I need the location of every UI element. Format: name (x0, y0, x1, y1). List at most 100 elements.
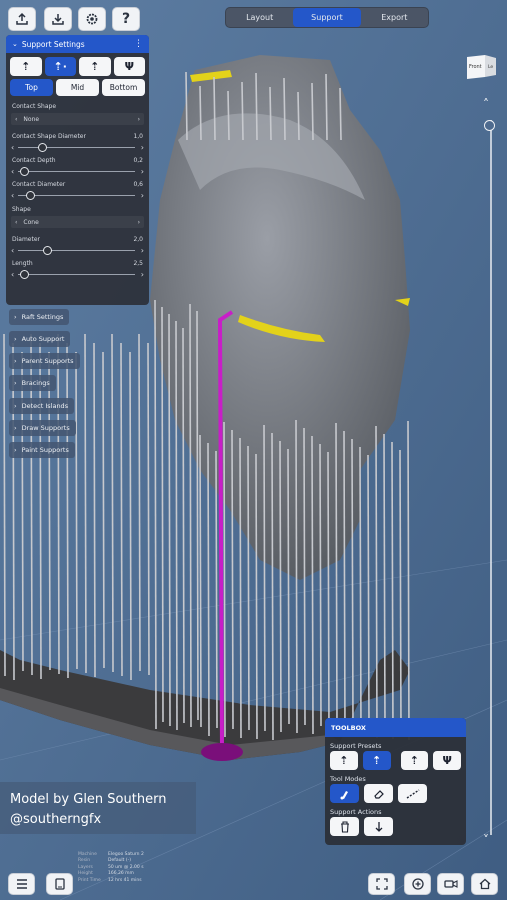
chevron-right-icon[interactable]: › (138, 116, 140, 123)
support-settings-header[interactable]: ⌄ Support Settings ⋮ (6, 35, 149, 53)
fit-view-icon[interactable] (368, 873, 395, 895)
chevron-right-icon[interactable]: › (138, 219, 140, 226)
chevron-right-icon[interactable]: › (141, 270, 144, 279)
camera-icon[interactable] (437, 873, 464, 895)
print-time-value: 12 hrs 41 mins (108, 877, 142, 883)
eraser-icon[interactable] (364, 784, 393, 803)
light-support-icon[interactable]: ⇡ (10, 57, 42, 76)
support-pole (239, 437, 242, 739)
support-pole (66, 342, 69, 679)
heavy-support-icon[interactable]: ⇡ (79, 57, 111, 76)
tab-support[interactable]: Support (293, 8, 361, 27)
slider-handle[interactable] (43, 245, 53, 255)
slider-handle[interactable] (37, 142, 47, 152)
contact-depth-slider[interactable]: ‹ › (6, 165, 149, 177)
chevron-left-icon[interactable]: ‹ (11, 270, 14, 279)
menu-icon[interactable] (8, 873, 35, 895)
chevron-up-icon[interactable]: ˄ (483, 98, 489, 110)
support-pole (339, 87, 342, 141)
mode-tabs: Layout Support Export (225, 7, 429, 28)
support-pole (407, 420, 410, 741)
support-pole (189, 303, 192, 728)
support-pole (335, 422, 338, 728)
chevron-right-icon: › (14, 446, 17, 454)
add-support-icon[interactable] (330, 784, 359, 803)
slider-handle[interactable] (20, 166, 30, 176)
support-pole (311, 82, 314, 141)
section-parent-supports[interactable]: › Parent Supports (9, 353, 80, 369)
support-pole (223, 421, 226, 738)
medium-support-icon[interactable]: ⇡· (44, 57, 76, 76)
contact-shape-diameter-slider[interactable]: ‹ › (6, 141, 149, 153)
support-settings-panel: ⌄ Support Settings ⋮ ⇡ ⇡· ⇡ Ψ Top Mid Bo… (6, 35, 149, 305)
support-settings-title: Support Settings (21, 39, 85, 49)
shape-label: Shape (12, 206, 31, 213)
drop-down-icon[interactable] (364, 817, 393, 836)
slider-handle[interactable] (25, 190, 35, 200)
delete-icon[interactable] (330, 817, 359, 836)
support-pole (391, 441, 394, 740)
tab-top[interactable]: Top (10, 79, 53, 96)
diameter-slider[interactable]: ‹ › (6, 244, 149, 256)
chevron-right-icon[interactable]: › (141, 191, 144, 200)
support-pole (325, 73, 328, 141)
view-cube[interactable]: Front Le (465, 53, 498, 80)
section-paint-supports[interactable]: › Paint Supports (9, 442, 75, 458)
tree-support-icon[interactable]: Ψ (113, 57, 145, 76)
chevron-left-icon[interactable]: ‹ (11, 191, 14, 200)
chevron-left-icon[interactable]: ‹ (11, 167, 14, 176)
support-pole (199, 85, 202, 141)
support-pole (399, 449, 402, 732)
shape-selector[interactable]: ‹ Cone › (11, 216, 144, 228)
chevron-right-icon[interactable]: › (141, 246, 144, 255)
help-icon[interactable]: ? (112, 7, 140, 31)
section-draw-supports[interactable]: › Draw Supports (9, 420, 76, 436)
tree-support-icon[interactable]: Ψ (433, 751, 461, 770)
chevron-down-icon[interactable]: ˅ (483, 834, 489, 846)
contact-depth-value: 0,2 (133, 157, 143, 164)
layer-slider[interactable] (488, 100, 494, 850)
slider-handle[interactable] (20, 269, 30, 279)
home-icon[interactable] (471, 873, 498, 895)
chevron-right-icon: › (14, 335, 17, 343)
section-detect-islands[interactable]: › Detect Islands (9, 398, 75, 414)
download-icon[interactable] (44, 7, 72, 31)
support-pole (207, 442, 210, 737)
chevron-right-icon: › (14, 424, 17, 432)
contact-depth-label: Contact Depth 0,2 (12, 157, 143, 164)
chevron-left-icon[interactable]: ‹ (11, 143, 14, 152)
view-cube-front-label: Front (469, 64, 482, 70)
light-support-icon[interactable]: ⇡ (330, 751, 358, 770)
section-auto-support[interactable]: › Auto Support (9, 331, 71, 347)
contact-diameter-slider[interactable]: ‹ › (6, 189, 149, 201)
support-pole (375, 425, 378, 739)
section-bracings[interactable]: › Bracings (9, 375, 56, 391)
medium-support-icon[interactable]: ⇡ (362, 751, 391, 770)
upload-icon[interactable] (8, 7, 36, 31)
chevron-left-icon[interactable]: ‹ (11, 246, 14, 255)
chevron-right-icon[interactable]: › (141, 143, 144, 152)
length-label: Length 2,5 (12, 260, 143, 267)
settings-icon[interactable] (78, 7, 106, 31)
tab-bottom[interactable]: Bottom (102, 79, 145, 96)
contact-shape-diameter-label: Contact Shape Diameter 1,0 (12, 133, 143, 140)
heavy-support-icon[interactable]: ⇡ (400, 751, 429, 770)
tab-mid[interactable]: Mid (56, 79, 99, 96)
contact-shape-diameter-value: 1,0 (133, 133, 143, 140)
chevron-down-icon: ⌄ (12, 40, 18, 48)
layer-slider-handle[interactable] (484, 120, 495, 131)
contact-diameter-value: 0,6 (133, 181, 143, 188)
chevron-right-icon[interactable]: › (141, 167, 144, 176)
line-support-icon[interactable] (398, 784, 427, 803)
zoom-add-icon[interactable] (404, 873, 431, 895)
length-slider[interactable]: ‹ › (6, 268, 149, 280)
more-options-icon[interactable]: ⋮ (134, 39, 143, 49)
section-raft-settings[interactable]: › Raft Settings (9, 309, 70, 325)
tab-layout[interactable]: Layout (226, 8, 293, 27)
support-pole (279, 440, 282, 733)
tab-export[interactable]: Export (361, 8, 428, 27)
contact-diameter-label: Contact Diameter 0,6 (12, 181, 143, 188)
toolbox-title[interactable]: TOOLBOX (325, 718, 466, 737)
contact-shape-selector[interactable]: ‹ None › (11, 113, 144, 125)
tablet-icon[interactable] (46, 873, 73, 895)
